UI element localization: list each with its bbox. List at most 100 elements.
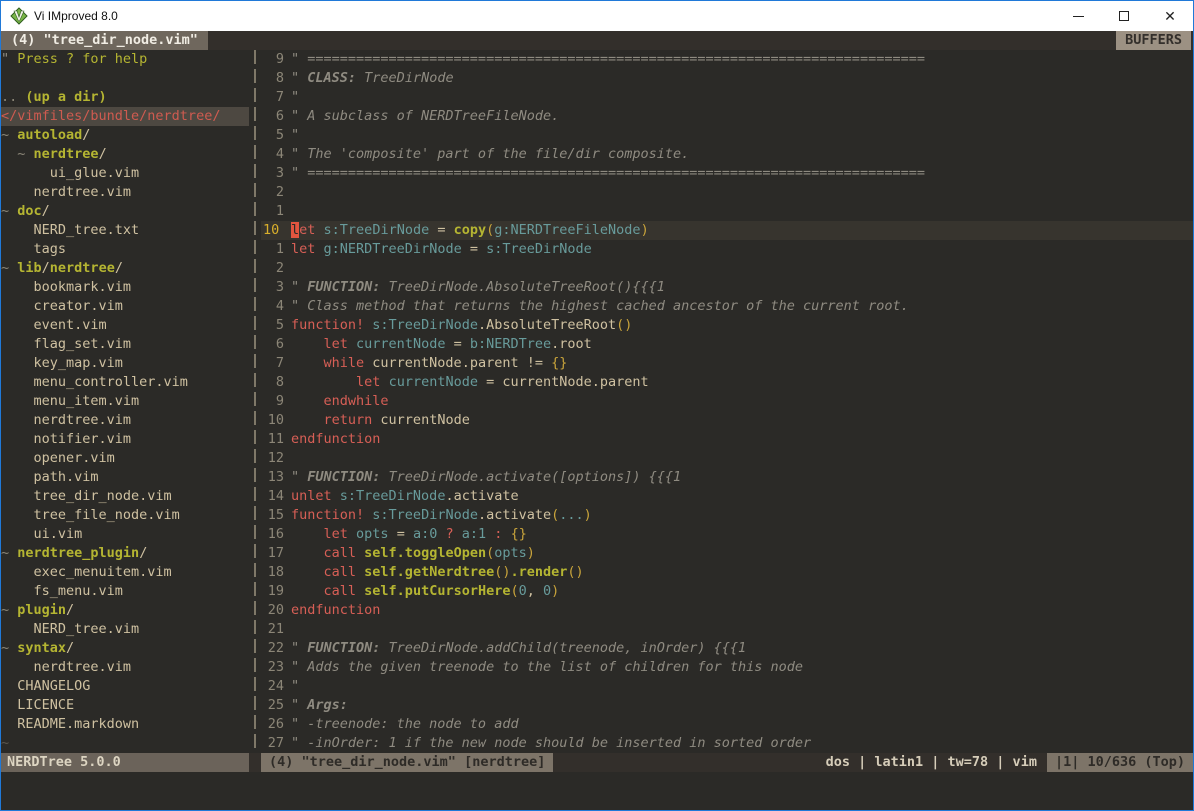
token: call <box>324 583 357 599</box>
code-line[interactable]: 4" Class method that returns the highest… <box>261 297 1193 316</box>
code-line[interactable]: 25" Args: <box>261 696 1193 715</box>
token: .activate <box>445 488 518 504</box>
tree-dir[interactable]: ~ autoload/ <box>1 126 249 145</box>
line-number: 20 <box>261 601 291 620</box>
tree-file[interactable]: exec_menuitem.vim <box>1 563 249 582</box>
token: Args: <box>307 697 348 713</box>
tree-file[interactable]: path.vim <box>1 468 249 487</box>
tree-dir[interactable]: ~ lib/nerdtree/ <box>1 259 249 278</box>
tree-file[interactable]: opener.vim <box>1 449 249 468</box>
code-line[interactable]: 27" -inOrder: 1 if the new node should b… <box>261 734 1193 753</box>
token: ~ <box>1 545 17 561</box>
code-line[interactable]: 18 call self.getNerdtree().render() <box>261 563 1193 582</box>
token <box>356 583 364 599</box>
code-line[interactable]: 4" The 'composite' part of the file/dir … <box>261 145 1193 164</box>
code-line[interactable]: 1let g:NERDTreeDirNode = s:TreeDirNode <box>261 240 1193 259</box>
tree-nontext[interactable]: ~ <box>1 734 249 753</box>
tree-file[interactable]: creator.vim <box>1 297 249 316</box>
close-button[interactable]: ✕ <box>1147 1 1193 31</box>
code-line[interactable]: 17 call self.toggleOpen(opts) <box>261 544 1193 563</box>
tree-file[interactable]: CHANGELOG <box>1 677 249 696</box>
minimize-button[interactable] <box>1055 1 1101 31</box>
tree-dir[interactable]: ~ plugin/ <box>1 601 249 620</box>
code-line[interactable]: 8" CLASS: TreeDirNode <box>261 69 1193 88</box>
command-line-area[interactable] <box>1 772 1193 810</box>
code-line[interactable]: 20endfunction <box>261 601 1193 620</box>
tree-dir[interactable]: ~ nerdtree_plugin/ <box>1 544 249 563</box>
token: let <box>291 241 315 257</box>
tree-file[interactable]: menu_item.vim <box>1 392 249 411</box>
tree-dir[interactable]: ~ doc/ <box>1 202 249 221</box>
tree-file[interactable]: nerdtree.vim <box>1 658 249 677</box>
code-line[interactable]: 9" =====================================… <box>261 50 1193 69</box>
tree-up-a-dir[interactable]: .. (up a dir) <box>1 88 249 107</box>
code-line[interactable]: 10let s:TreeDirNode = copy(g:NERDTreeFil… <box>261 221 1193 240</box>
tree-file[interactable]: LICENCE <box>1 696 249 715</box>
tree-file[interactable]: ui.vim <box>1 525 249 544</box>
tree-file[interactable]: flag_set.vim <box>1 335 249 354</box>
tree-file[interactable]: ui_glue.vim <box>1 164 249 183</box>
tree-dir[interactable]: ~ nerdtree/ <box>1 145 249 164</box>
tree-file[interactable]: event.vim <box>1 316 249 335</box>
tree-file[interactable]: notifier.vim <box>1 430 249 449</box>
token: / <box>42 203 50 219</box>
code-line[interactable]: 7" <box>261 88 1193 107</box>
code-line[interactable]: 16 let opts = a:0 ? a:1 : {} <box>261 525 1193 544</box>
code-line[interactable]: 11endfunction <box>261 430 1193 449</box>
code-line[interactable]: 15function! s:TreeDirNode.activate(...) <box>261 506 1193 525</box>
code-line[interactable]: 19 call self.putCursorHere(0, 0) <box>261 582 1193 601</box>
line-content: " FUNCTION: TreeDirNode.activate([option… <box>291 468 1193 487</box>
maximize-button[interactable] <box>1101 1 1147 31</box>
tab-tree-dir-node[interactable]: (4) "tree_dir_node.vim" <box>1 31 208 50</box>
code-line[interactable]: 1 <box>261 202 1193 221</box>
code-line[interactable]: 7 while currentNode.parent != {} <box>261 354 1193 373</box>
tree-root-path[interactable]: </vimfiles/bundle/nerdtree/ <box>1 107 249 126</box>
tree-file[interactable]: bookmark.vim <box>1 278 249 297</box>
token: / <box>139 545 147 561</box>
code-line[interactable]: 12 <box>261 449 1193 468</box>
tree-file[interactable]: NERD_tree.txt <box>1 221 249 240</box>
tree-dir[interactable]: ~ syntax/ <box>1 639 249 658</box>
code-line[interactable]: 9 endwhile <box>261 392 1193 411</box>
nerdtree-panel[interactable]: " Press ? for help .. (up a dir)</vimfile… <box>1 50 249 753</box>
tree-file[interactable]: NERD_tree.vim <box>1 620 249 639</box>
tree-blank-line[interactable] <box>1 69 249 88</box>
code-line[interactable]: 3" FUNCTION: TreeDirNode.AbsoluteTreeRoo… <box>261 278 1193 297</box>
token: {} <box>511 526 527 542</box>
code-line[interactable]: 10 return currentNode <box>261 411 1193 430</box>
tree-help-line[interactable]: " Press ? for help <box>1 50 249 69</box>
tree-file[interactable]: menu_controller.vim <box>1 373 249 392</box>
code-line[interactable]: 6" A subclass of NERDTreeFileNode. <box>261 107 1193 126</box>
token: nerdtree <box>50 260 115 276</box>
code-line[interactable]: 6 let currentNode = b:NERDTree.root <box>261 335 1193 354</box>
tree-file[interactable]: nerdtree.vim <box>1 411 249 430</box>
token: menu_item.vim <box>1 393 139 409</box>
code-line[interactable]: 21 <box>261 620 1193 639</box>
tree-file[interactable]: README.markdown <box>1 715 249 734</box>
code-line[interactable]: 23" Adds the given treenode to the list … <box>261 658 1193 677</box>
code-line[interactable]: 2 <box>261 259 1193 278</box>
code-line[interactable]: 13" FUNCTION: TreeDirNode.activate([opti… <box>261 468 1193 487</box>
tree-file[interactable]: nerdtree.vim <box>1 183 249 202</box>
token: ui_glue.vim <box>1 165 139 181</box>
buffers-tab[interactable]: BUFFERS <box>1116 31 1191 50</box>
code-line[interactable]: 5function! s:TreeDirNode.AbsoluteTreeRoo… <box>261 316 1193 335</box>
tree-file[interactable]: tree_dir_node.vim <box>1 487 249 506</box>
token: " The 'composite' part of the file/dir c… <box>291 146 689 162</box>
code-editor[interactable]: 9" =====================================… <box>261 50 1193 753</box>
token <box>291 336 324 352</box>
code-line[interactable]: 2 <box>261 183 1193 202</box>
vertical-split-separator[interactable] <box>249 50 261 753</box>
code-line[interactable]: 24" <box>261 677 1193 696</box>
code-line[interactable]: 8 let currentNode = currentNode.parent <box>261 373 1193 392</box>
token: , <box>527 583 543 599</box>
tree-file[interactable]: key_map.vim <box>1 354 249 373</box>
tree-file[interactable]: tree_file_node.vim <box>1 506 249 525</box>
tree-file[interactable]: fs_menu.vim <box>1 582 249 601</box>
code-line[interactable]: 5" <box>261 126 1193 145</box>
tree-file[interactable]: tags <box>1 240 249 259</box>
code-line[interactable]: 14unlet s:TreeDirNode.activate <box>261 487 1193 506</box>
code-line[interactable]: 3" =====================================… <box>261 164 1193 183</box>
code-line[interactable]: 26" -treenode: the node to add <box>261 715 1193 734</box>
code-line[interactable]: 22" FUNCTION: TreeDirNode.addChild(treen… <box>261 639 1193 658</box>
